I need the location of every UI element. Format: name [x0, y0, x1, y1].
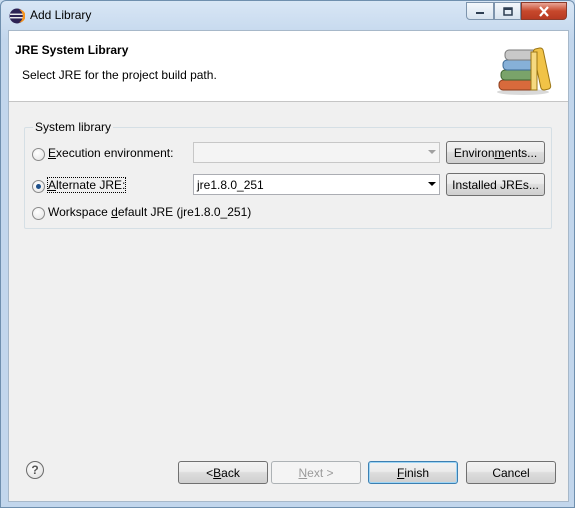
- label-part: inish: [404, 465, 430, 480]
- help-button[interactable]: ?: [26, 461, 44, 479]
- help-icon: ?: [31, 463, 39, 477]
- maximize-button[interactable]: [494, 2, 521, 20]
- mnemonic: A: [48, 178, 57, 192]
- minimize-icon: [476, 12, 484, 14]
- label-part: xecution environment:: [56, 146, 174, 160]
- dialog-body: JRE System Library Select JRE for the pr…: [8, 30, 569, 502]
- close-icon: [539, 5, 549, 17]
- next-button[interactable]: Next >: [271, 461, 361, 484]
- cancel-button[interactable]: Cancel: [466, 461, 556, 484]
- workspace-default-jre-label[interactable]: Workspace default JRE (jre1.8.0_251): [48, 205, 251, 219]
- mnemonic: E: [48, 146, 57, 160]
- alternate-jre-combo[interactable]: jre1.8.0_251: [193, 174, 440, 195]
- dialog-window: Add Library JRE System Library Select JR…: [0, 0, 575, 508]
- execution-environment-label[interactable]: Execution environment:: [48, 146, 173, 160]
- label-part: lternate JRE:: [56, 178, 126, 192]
- label-part: ents...: [504, 145, 538, 160]
- label-part: Environ: [453, 145, 495, 160]
- page-description: Select JRE for the project build path.: [22, 68, 217, 82]
- mnemonic: d: [111, 205, 118, 219]
- mnemonic: F: [396, 465, 405, 480]
- label-part: Cancel: [492, 465, 530, 480]
- chevron-down-icon: [428, 150, 436, 154]
- finish-button[interactable]: Finish: [368, 461, 458, 484]
- mnemonic: N: [298, 465, 308, 480]
- mnemonic: m: [494, 145, 505, 160]
- alternate-jre-label[interactable]: Alternate JRE:: [46, 177, 127, 193]
- minimize-button[interactable]: [466, 2, 494, 20]
- workspace-default-jre-radio[interactable]: [32, 207, 45, 220]
- page-title: JRE System Library: [15, 43, 129, 57]
- label-part: <: [206, 465, 214, 480]
- label-part: efault JRE (jre1.8.0_251): [117, 205, 252, 219]
- mnemonic: B: [213, 465, 222, 480]
- execution-environment-radio[interactable]: [32, 148, 45, 161]
- window-title: Add Library: [30, 8, 92, 22]
- maximize-icon: [502, 6, 513, 16]
- label-part: ack: [221, 465, 240, 480]
- library-books-icon: [497, 47, 552, 95]
- close-button[interactable]: [521, 2, 567, 20]
- alternate-jre-radio[interactable]: [32, 180, 45, 193]
- execution-environment-combo[interactable]: [193, 142, 440, 163]
- label-part: Workspace: [48, 205, 112, 219]
- wizard-header: JRE System Library Select JRE for the pr…: [9, 31, 568, 102]
- environments-button[interactable]: Environ m ents...: [446, 141, 545, 164]
- installed-jres-button[interactable]: Installed JREs...: [446, 173, 545, 196]
- back-button[interactable]: < Back: [178, 461, 268, 484]
- chevron-down-icon: [428, 182, 436, 186]
- label-part: ext >: [307, 465, 334, 480]
- title-bar[interactable]: Add Library: [1, 1, 574, 29]
- eclipse-icon: [9, 8, 25, 24]
- combo-value: jre1.8.0_251: [197, 178, 264, 192]
- group-title: System library: [33, 120, 114, 134]
- label-part: Installed JREs...: [452, 177, 539, 192]
